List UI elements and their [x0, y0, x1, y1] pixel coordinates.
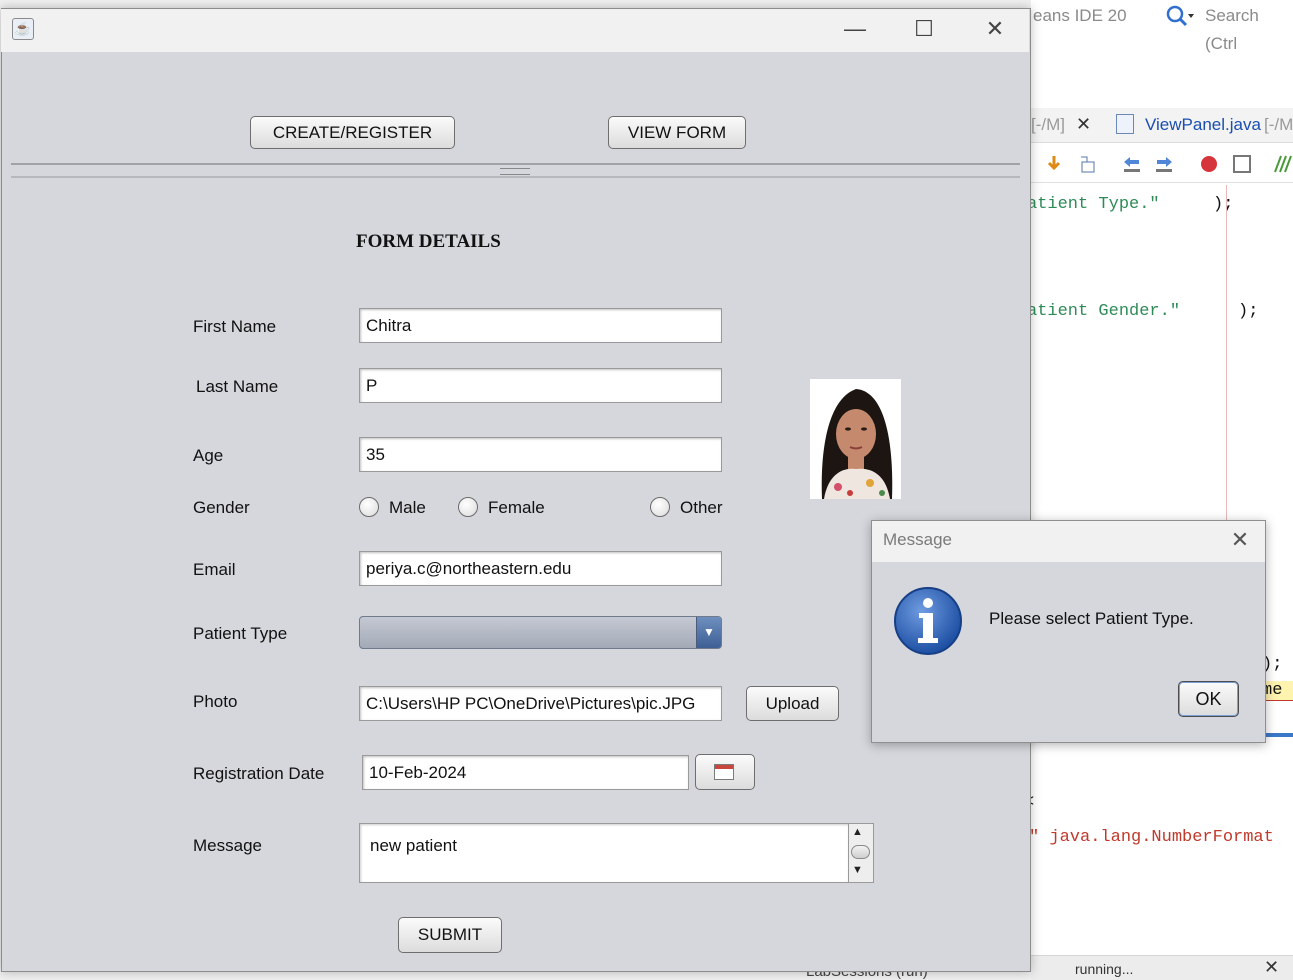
close-icon[interactable]: ✕ — [1264, 957, 1279, 978]
editor-margin-line — [1226, 185, 1227, 520]
ide-tab-viewpanel[interactable]: ViewPanel.java — [1145, 115, 1261, 135]
search-icon[interactable] — [1165, 4, 1195, 28]
chevron-down-icon[interactable]: ▼ — [696, 617, 721, 648]
gender-male-label[interactable]: Male — [389, 498, 426, 518]
last-name-field[interactable]: P — [359, 368, 722, 403]
forward-icon[interactable] — [1154, 154, 1174, 174]
output-line: " java.lang.NumberFormat — [1029, 828, 1274, 847]
patient-photo — [810, 379, 901, 499]
status-running: running... — [1075, 961, 1134, 977]
ide-status-bar — [1031, 955, 1293, 980]
gender-other-radio[interactable] — [650, 497, 670, 517]
code-line: atient Gender." — [1027, 302, 1181, 321]
first-name-label: First Name — [193, 317, 277, 336]
split-divider-lower — [11, 176, 1020, 178]
ide-tab-previous[interactable]: [-/M] — [1031, 115, 1065, 135]
java-file-icon — [1116, 114, 1134, 134]
email-field[interactable]: periya.c@northeastern.edu — [359, 551, 722, 586]
ide-tab-path: [-/M — [1264, 115, 1293, 134]
gender-other-label[interactable]: Other — [680, 498, 723, 518]
photo-path-field[interactable]: C:\Users\HP PC\OneDrive\Pictures\pic.JPG — [359, 686, 722, 721]
gender-male-radio[interactable] — [359, 497, 379, 517]
scroll-up-icon[interactable]: ▲ — [852, 826, 863, 838]
submit-button[interactable]: SUBMIT — [398, 917, 502, 953]
patient-type-select[interactable] — [359, 616, 722, 649]
minimize-button[interactable]: — — [832, 14, 878, 44]
dialog-title: Message — [883, 530, 952, 549]
output-panel — [1031, 745, 1293, 955]
close-icon[interactable]: ✕ — [1076, 114, 1091, 135]
run-to-cursor-icon[interactable] — [1078, 154, 1098, 174]
scroll-thumb[interactable] — [851, 845, 870, 859]
last-name-label: Last Name — [196, 377, 279, 396]
create-register-button[interactable]: CREATE/REGISTER — [250, 116, 455, 149]
upload-button[interactable]: Upload — [746, 686, 839, 721]
gender-female-radio[interactable] — [458, 497, 478, 517]
gender-label: Gender — [193, 498, 250, 517]
split-divider[interactable] — [11, 163, 1020, 165]
info-icon — [894, 587, 962, 655]
dialog-message: Please select Patient Type. — [989, 609, 1194, 628]
comment-icon[interactable] — [1273, 154, 1293, 174]
code-line: atient Type." — [1027, 195, 1160, 214]
email-label: Email — [193, 560, 236, 579]
split-handle[interactable] — [500, 168, 530, 175]
code-line: me ( — [1262, 681, 1293, 701]
stop-icon[interactable] — [1232, 154, 1252, 174]
editor-scroll-indicator — [1264, 733, 1293, 737]
record-icon[interactable] — [1199, 154, 1219, 174]
gender-female-label[interactable]: Female — [488, 498, 545, 518]
close-button[interactable]: ✕ — [972, 14, 1018, 44]
ok-button[interactable]: OK — [1178, 681, 1239, 717]
dialog-close-button[interactable]: ✕ — [1226, 526, 1254, 554]
age-label: Age — [193, 446, 224, 465]
message-textarea[interactable]: new patient — [359, 823, 849, 883]
registration-date-label: Registration Date — [193, 764, 325, 783]
patient-type-label: Patient Type — [193, 624, 288, 643]
first-name-field[interactable]: Chitra — [359, 308, 722, 343]
form-heading: FORM DETAILS — [356, 231, 501, 252]
age-field[interactable]: 35 — [359, 437, 722, 472]
code-line: ); — [1238, 302, 1259, 321]
maximize-button[interactable]: ☐ — [901, 14, 947, 44]
view-form-button[interactable]: VIEW FORM — [608, 116, 746, 149]
code-line: ); — [1213, 195, 1234, 214]
message-label: Message — [193, 836, 262, 855]
photo-label: Photo — [193, 692, 238, 711]
ide-title: eans IDE 20 — [1033, 6, 1127, 25]
calendar-icon — [714, 764, 734, 780]
back-icon[interactable] — [1122, 154, 1142, 174]
ide-search-input[interactable]: Search (Ctrl — [1198, 2, 1293, 53]
java-coffee-icon: ☕ — [12, 18, 34, 40]
scroll-down-icon[interactable]: ▼ — [852, 864, 863, 876]
step-into-icon[interactable] — [1044, 154, 1064, 174]
registration-date-field[interactable]: 10-Feb-2024 — [362, 755, 689, 790]
